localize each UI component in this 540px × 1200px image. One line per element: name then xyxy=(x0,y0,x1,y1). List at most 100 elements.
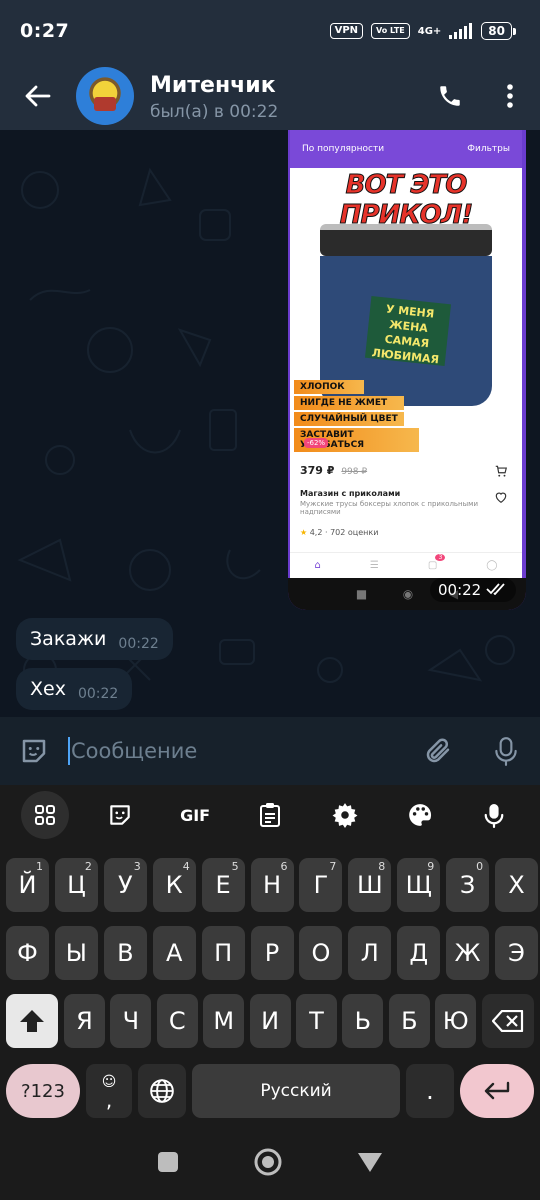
arrow-left-icon xyxy=(25,85,51,107)
tag: НИГДЕ НЕ ЖМЕТ xyxy=(294,396,404,410)
key[interactable]: П xyxy=(201,926,245,980)
settings-button[interactable] xyxy=(321,791,369,839)
key[interactable]: М xyxy=(203,994,245,1048)
price: 379 ₽ xyxy=(300,464,335,477)
key[interactable]: Н6 xyxy=(250,858,294,912)
product-screenshot-message[interactable]: По популярности Фильтры ВОТ ЭТО ПРИКОЛ! … xyxy=(288,130,526,610)
circle-icon: ◉ xyxy=(402,587,414,601)
status-icons: VPN Vo LTE 4G+ 80 xyxy=(329,22,516,40)
key[interactable]: К4 xyxy=(152,858,196,912)
key[interactable]: Щ9 xyxy=(397,858,441,912)
message-input[interactable]: Сообщение xyxy=(68,737,404,765)
key[interactable]: С xyxy=(156,994,198,1048)
gif-button[interactable]: GIF xyxy=(171,791,219,839)
backspace-key[interactable] xyxy=(482,994,534,1048)
sticker-keyboard-button[interactable] xyxy=(96,791,144,839)
key[interactable]: Я xyxy=(64,994,105,1048)
theme-button[interactable] xyxy=(396,791,444,839)
sticker-button[interactable] xyxy=(0,717,68,785)
shop-name: Магазин с приколами xyxy=(300,489,401,498)
key-row-4: ?123 ☺ , Русский . xyxy=(0,1064,540,1118)
cart-icon xyxy=(495,465,507,477)
key[interactable]: Д xyxy=(397,926,441,980)
key[interactable]: И xyxy=(249,994,291,1048)
square-icon xyxy=(158,1152,179,1172)
shift-key[interactable] xyxy=(6,994,58,1048)
kebab-icon xyxy=(507,84,513,108)
call-button[interactable] xyxy=(420,62,480,130)
apps-button[interactable] xyxy=(21,791,70,839)
key[interactable]: Ы xyxy=(54,926,98,980)
home-icon: ⌂ xyxy=(314,560,321,571)
key[interactable]: Е5 xyxy=(201,858,245,912)
status-bar: 0:27 VPN Vo LTE 4G+ 80 xyxy=(0,0,540,62)
emoji-comma-key[interactable]: ☺ , xyxy=(86,1064,132,1118)
period-key[interactable]: . xyxy=(406,1064,454,1118)
last-seen-status: был(а) в 00:22 xyxy=(150,101,279,122)
heart-icon xyxy=(495,492,507,503)
screenshot-filter-bar: По популярности Фильтры xyxy=(290,130,522,168)
product-image: ВОТ ЭТО ПРИКОЛ! У МЕНЯ ЖЕНА САМАЯ ЛЮБИМА… xyxy=(290,168,522,458)
chat-area[interactable]: По популярности Фильтры ВОТ ЭТО ПРИКОЛ! … xyxy=(0,130,540,717)
catalog-icon: ☰ xyxy=(369,560,379,571)
text-caret xyxy=(68,737,70,765)
key[interactable]: А xyxy=(152,926,196,980)
enter-icon xyxy=(484,1081,510,1100)
sticker-icon xyxy=(110,805,131,825)
message-time: 00:22 xyxy=(118,636,159,652)
phone-icon xyxy=(440,86,460,106)
message-time: 00:22 xyxy=(77,686,119,702)
space-key[interactable]: Русский xyxy=(192,1064,400,1118)
network-type: 4G+ xyxy=(417,25,442,37)
clipboard-button[interactable] xyxy=(246,791,294,839)
symbols-key[interactable]: ?123 xyxy=(6,1064,80,1118)
recents-button[interactable] xyxy=(157,1151,179,1177)
key[interactable]: Ж xyxy=(446,926,490,980)
product-description: Мужские трусы боксеры хлопок с прикольны… xyxy=(300,500,478,516)
shorts-print: У МЕНЯ ЖЕНА САМАЯ ЛЮБИМАЯ xyxy=(364,295,452,366)
key[interactable]: Ц2 xyxy=(54,858,98,912)
sort-label: По популярности xyxy=(302,144,385,154)
key[interactable]: В xyxy=(103,926,147,980)
key-row-3: ЯЧСМИТЬБЮ xyxy=(0,994,540,1048)
tag: СЛУЧАЙНЫЙ ЦВЕТ xyxy=(294,412,404,426)
back-button[interactable] xyxy=(0,62,76,130)
incoming-message[interactable]: Закажи 00:22 xyxy=(16,618,173,660)
home-button[interactable] xyxy=(254,1148,282,1180)
key[interactable]: У3 xyxy=(103,858,147,912)
key[interactable]: О xyxy=(299,926,343,980)
voice-input-button[interactable] xyxy=(470,791,518,839)
contact-info[interactable]: Митенчик был(а) в 00:22 xyxy=(150,73,420,122)
key[interactable]: Б xyxy=(388,994,430,1048)
more-menu-button[interactable] xyxy=(480,62,540,130)
key[interactable]: З0 xyxy=(446,858,490,912)
language-key[interactable] xyxy=(138,1064,186,1118)
key[interactable]: Э xyxy=(495,926,538,980)
attach-button[interactable] xyxy=(404,717,472,785)
gear-icon xyxy=(332,803,358,828)
back-nav-button[interactable] xyxy=(357,1151,383,1177)
key[interactable]: Ч xyxy=(110,994,152,1048)
vpn-badge: VPN xyxy=(329,23,364,39)
key[interactable]: Р xyxy=(250,926,294,980)
sticker-icon xyxy=(22,739,46,763)
key[interactable]: Х xyxy=(495,858,538,912)
voice-record-button[interactable] xyxy=(472,717,540,785)
enter-key[interactable] xyxy=(460,1064,534,1118)
message-text: Хех xyxy=(30,678,66,700)
globe-icon xyxy=(150,1079,174,1103)
incoming-message[interactable]: Хех 00:22 xyxy=(16,668,133,710)
key[interactable]: Т xyxy=(296,994,337,1048)
square-icon: ■ xyxy=(355,587,368,601)
contact-name: Митенчик xyxy=(150,72,276,98)
message-text: Закажи xyxy=(30,628,107,650)
key[interactable]: Ф xyxy=(6,926,49,980)
rating: ★ 4,2 · 702 оценки xyxy=(300,528,379,537)
key[interactable]: Л xyxy=(348,926,392,980)
key[interactable]: Г7 xyxy=(299,858,343,912)
key[interactable]: Ь xyxy=(342,994,384,1048)
key[interactable]: Ш8 xyxy=(348,858,392,912)
key[interactable]: Ю xyxy=(435,994,477,1048)
key[interactable]: Й1 xyxy=(6,858,49,912)
avatar[interactable] xyxy=(76,67,134,125)
